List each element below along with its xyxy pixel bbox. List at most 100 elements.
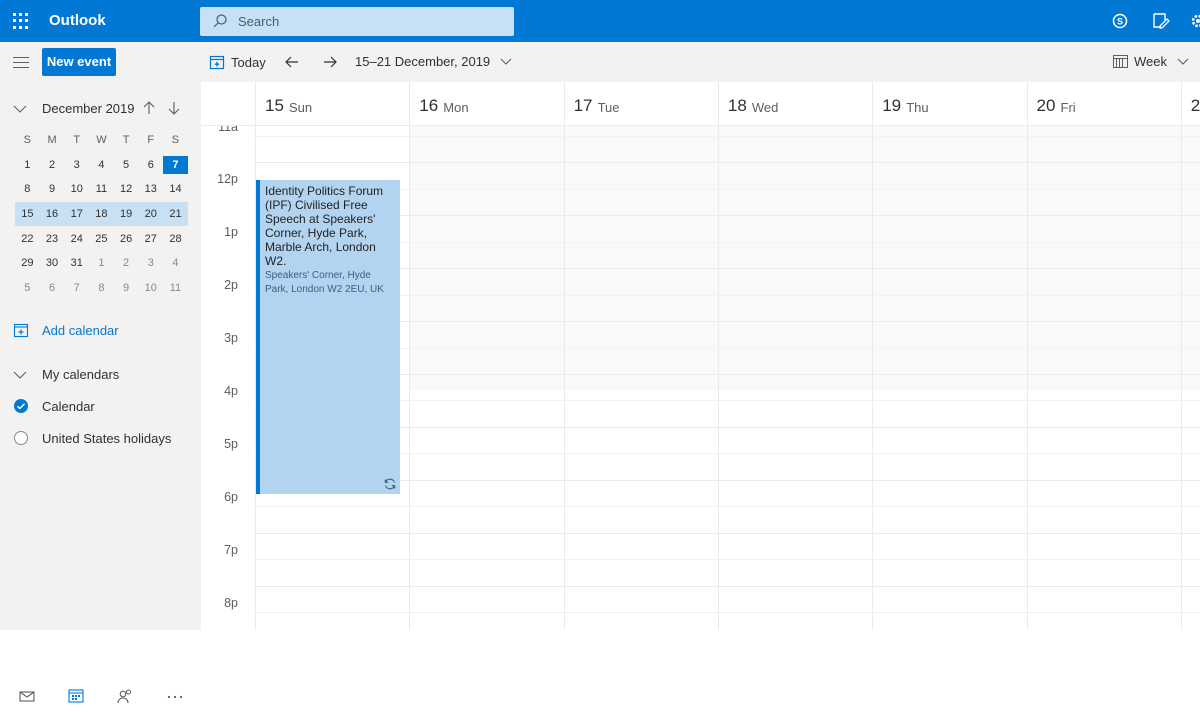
mini-calendar-day[interactable]: 22	[15, 230, 40, 248]
feedback-icon[interactable]	[1151, 12, 1171, 30]
mini-calendar-day[interactable]: 20	[138, 205, 163, 223]
event-location: Speakers' Corner, Hyde Park, London W2 2…	[265, 270, 384, 295]
mini-calendar-day[interactable]: 25	[89, 230, 114, 248]
app-launcher-icon[interactable]	[13, 13, 29, 29]
mini-calendar-day[interactable]: 5	[114, 156, 139, 174]
half-hour-line	[255, 506, 1200, 508]
add-calendar-link[interactable]: Add calendar	[13, 322, 183, 342]
day-header[interactable]: 15 Sun	[255, 82, 409, 126]
mini-calendar-day[interactable]: 15	[15, 205, 40, 223]
day-name: Thu	[906, 100, 929, 115]
mini-calendar-day[interactable]: 4	[89, 156, 114, 174]
mini-calendar-day[interactable]: 5	[15, 279, 40, 297]
mini-calendar-day[interactable]: 8	[15, 180, 40, 198]
settings-gear-icon[interactable]	[1188, 12, 1200, 30]
day-number: 17	[573, 96, 593, 115]
mini-calendar-day[interactable]: 2	[40, 156, 65, 174]
mini-calendar-day[interactable]: 19	[114, 205, 139, 223]
day-column[interactable]	[563, 126, 718, 630]
mini-calendar-day[interactable]: 26	[114, 230, 139, 248]
mini-calendar-day[interactable]: 2	[114, 254, 139, 272]
view-label: Week	[1134, 54, 1167, 69]
mini-calendar-day[interactable]: 11	[89, 180, 114, 198]
mini-calendar-day[interactable]: 10	[64, 180, 89, 198]
calendar-today-icon	[209, 55, 225, 70]
mini-calendar-title[interactable]: December 2019	[42, 101, 135, 116]
previous-week-arrow-icon[interactable]	[282, 52, 302, 72]
previous-month-arrow-icon[interactable]	[143, 101, 155, 115]
day-column[interactable]	[409, 126, 563, 630]
day-column[interactable]	[717, 126, 872, 630]
chevron-down-icon	[13, 371, 27, 379]
calendar-event[interactable]: Identity Politics Forum (IPF) Civilised …	[256, 180, 400, 494]
mini-calendar-week: 29 30 31 1 2 3 4	[15, 251, 188, 276]
mail-icon[interactable]	[18, 688, 36, 704]
hour-label: 11a	[218, 126, 238, 134]
more-options-icon[interactable]	[166, 688, 184, 704]
skype-icon[interactable]: S	[1110, 12, 1130, 30]
mini-calendar-day[interactable]: 16	[40, 205, 65, 223]
weekday-label: F	[147, 134, 155, 147]
mini-calendar-day[interactable]: 7	[64, 279, 89, 297]
day-number: 20	[1036, 96, 1056, 115]
view-switcher[interactable]: Week	[1113, 54, 1189, 69]
checked-circle-icon[interactable]	[13, 398, 29, 414]
day-header[interactable]: 20 Fri	[1026, 82, 1181, 126]
day-header[interactable]: 18 Wed	[717, 82, 872, 126]
calendar-item-us-holidays[interactable]: United States holidays	[13, 430, 193, 450]
mini-calendar-day[interactable]: 9	[114, 279, 139, 297]
day-header[interactable]: 16 Mon	[409, 82, 563, 126]
mini-calendar-day[interactable]: 29	[15, 254, 40, 272]
mini-calendar-day[interactable]: 31	[64, 254, 89, 272]
mini-calendar-day[interactable]: 27	[138, 230, 163, 248]
mini-calendar-day[interactable]: 3	[138, 254, 163, 272]
mini-calendar-day[interactable]: 14	[163, 180, 188, 198]
command-bar: New event Today 15–21 December, 2019 Wee…	[0, 42, 1200, 82]
next-month-arrow-icon[interactable]	[168, 101, 180, 115]
mini-calendar-day[interactable]: 8	[89, 279, 114, 297]
people-icon[interactable]	[116, 688, 134, 704]
search-input[interactable]: Search	[200, 7, 514, 36]
mini-calendar-day[interactable]: 1	[89, 254, 114, 272]
hour-label: 5p	[224, 436, 238, 451]
next-week-arrow-icon[interactable]	[320, 52, 340, 72]
unchecked-circle-icon[interactable]	[13, 430, 29, 446]
my-calendars-group[interactable]: My calendars	[13, 366, 183, 386]
collapse-chevron-icon[interactable]	[13, 102, 27, 116]
mini-calendar-day[interactable]: 3	[64, 156, 89, 174]
calendar-icon[interactable]	[67, 688, 85, 704]
day-column[interactable]	[1026, 126, 1181, 630]
mini-calendar-day[interactable]: 23	[40, 230, 65, 248]
day-column[interactable]	[872, 126, 1026, 630]
mini-calendar-day[interactable]: 6	[40, 279, 65, 297]
new-event-button[interactable]: New event	[42, 48, 116, 76]
mini-calendar-day[interactable]: 11	[163, 279, 188, 297]
day-header[interactable]: 21	[1180, 82, 1200, 126]
calendar-item-calendar[interactable]: Calendar	[13, 398, 183, 418]
mini-calendar-day[interactable]: 1	[15, 156, 40, 174]
date-range-picker[interactable]: 15–21 December, 2019	[355, 54, 512, 69]
mini-calendar-day[interactable]: 24	[64, 230, 89, 248]
mini-calendar-day[interactable]: 12	[114, 180, 139, 198]
day-column[interactable]	[1180, 126, 1200, 630]
half-hour-line	[255, 559, 1200, 561]
mini-calendar-day[interactable]: 17	[64, 205, 89, 223]
day-header[interactable]: 17 Tue	[563, 82, 718, 126]
mini-calendar-day[interactable]: 13	[138, 180, 163, 198]
app-title[interactable]: Outlook	[49, 12, 106, 29]
recurring-icon	[384, 478, 396, 490]
mini-calendar-day[interactable]: 6	[138, 156, 163, 174]
mini-calendar-day[interactable]: 30	[40, 254, 65, 272]
day-header[interactable]: 19 Thu	[872, 82, 1026, 126]
mini-calendar-day[interactable]: 28	[163, 230, 188, 248]
day-number: 21	[1190, 96, 1200, 115]
chevron-down-icon	[500, 58, 512, 65]
mini-calendar-day[interactable]: 9	[40, 180, 65, 198]
mini-calendar-day[interactable]: 21	[163, 205, 188, 223]
mini-calendar-current-week: 15 16 17 18 19 20 21	[15, 201, 188, 227]
mini-calendar-day[interactable]: 10	[138, 279, 163, 297]
mini-calendar-day[interactable]: 4	[163, 254, 188, 272]
hamburger-menu-icon[interactable]	[13, 57, 29, 69]
mini-calendar-day[interactable]: 18	[89, 205, 114, 223]
mini-calendar-day-selected[interactable]: 7	[163, 155, 188, 174]
